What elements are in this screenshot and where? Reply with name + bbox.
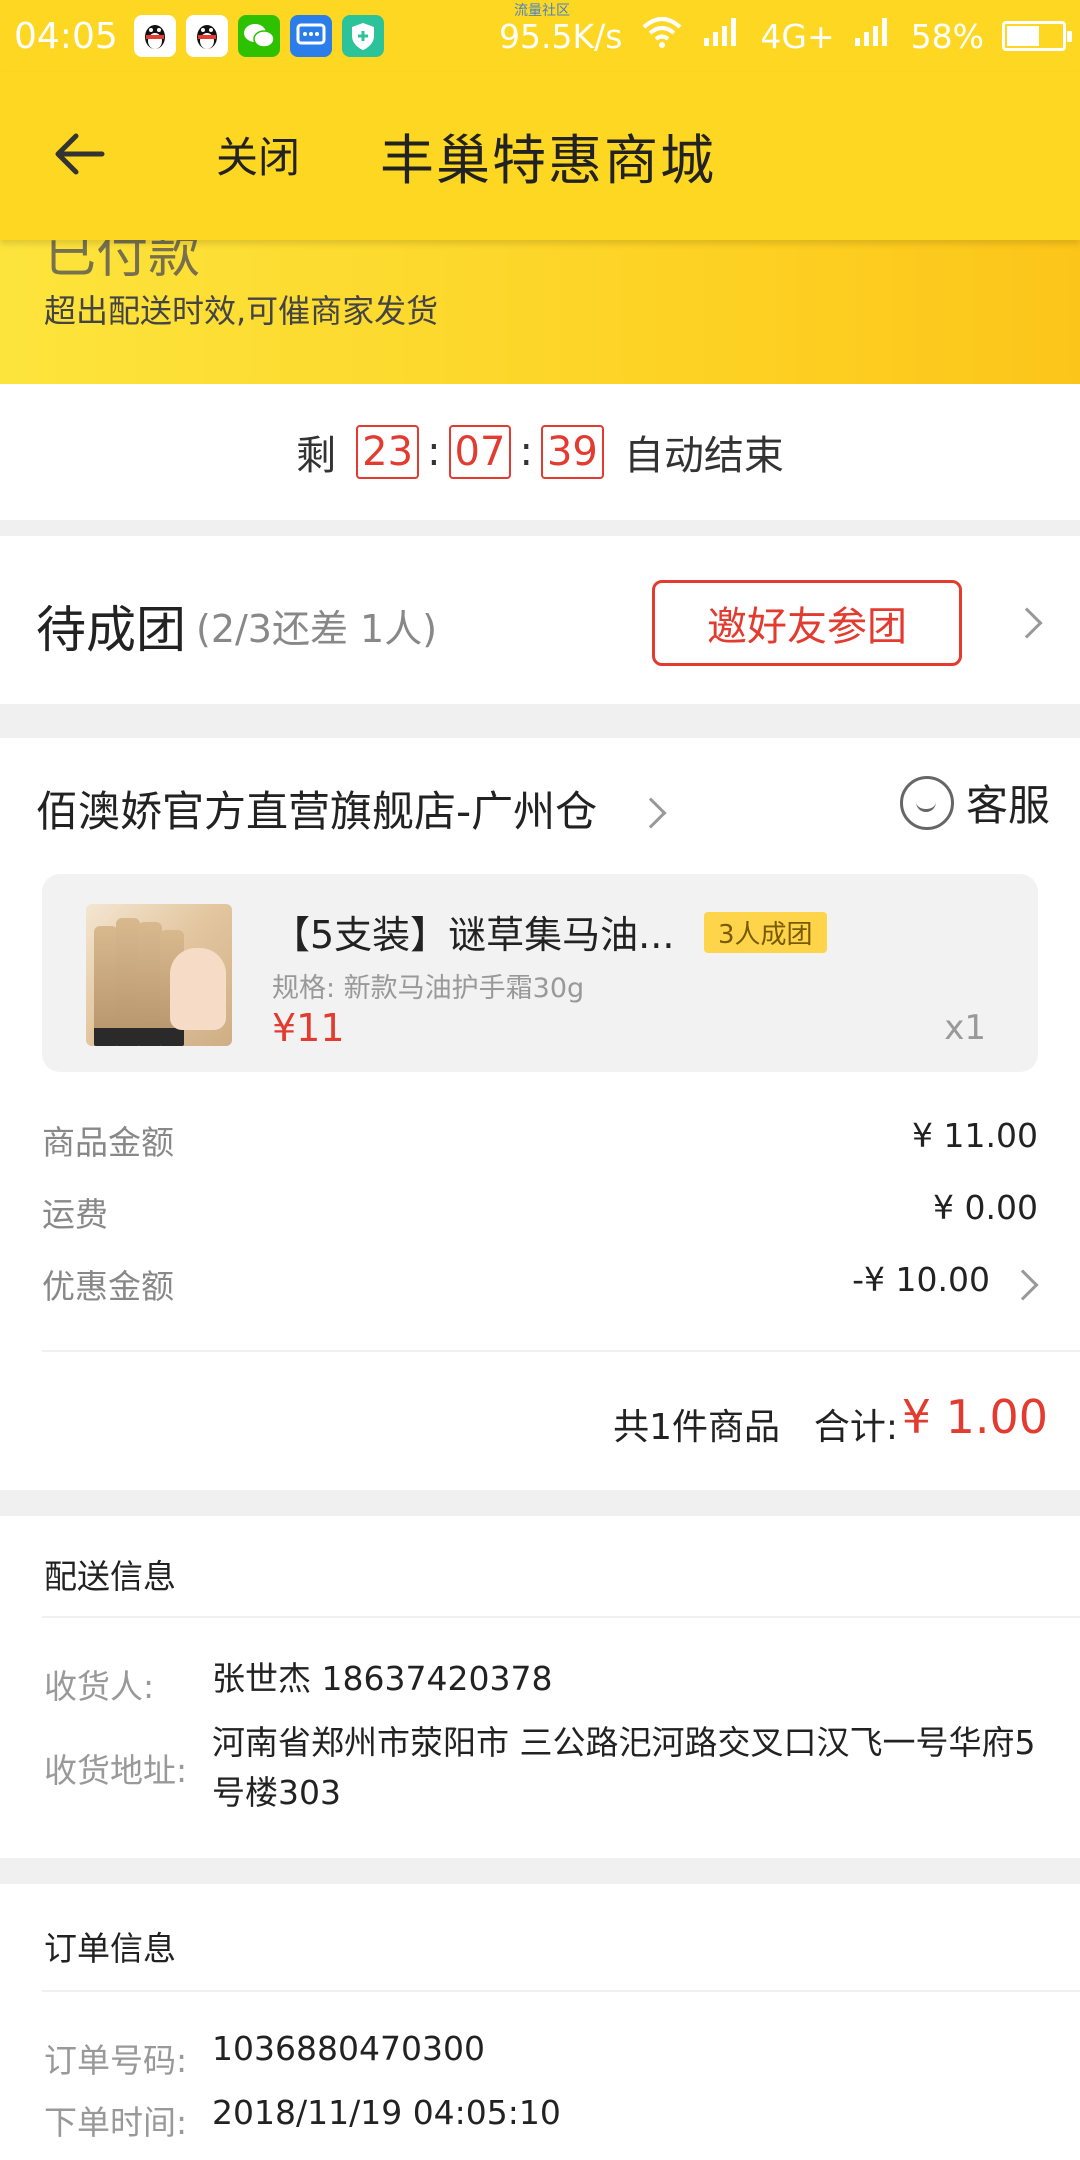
goods-amount-label: 商品金额 — [42, 1123, 174, 1162]
address-label: 收货地址: — [44, 1751, 188, 1790]
chevron-right-icon — [1007, 1269, 1039, 1301]
group-title: 待成团 — [36, 601, 186, 659]
order-status-tip: 超出配送时效,可催商家发货 — [44, 292, 439, 330]
signal-icon — [702, 16, 742, 56]
item-count: 共1件商品 — [613, 1407, 780, 1448]
discount-label: 优惠金额 — [42, 1267, 174, 1306]
discount-value: -¥ 10.00 — [852, 1260, 990, 1299]
address-value: 河南省郑州市荥阳市 三公路汜河路交叉口汉飞一号华府5号楼303 — [212, 1723, 1036, 1812]
countdown-separator: : — [427, 429, 441, 475]
product-quantity: x1 — [944, 1008, 986, 1048]
store-section: 佰澳娇官方直营旗舰店-广州仓 客服 【5支装】谜草集马油... 3人成团 规格:… — [0, 738, 1080, 1108]
total-label: 合计: — [813, 1407, 898, 1448]
shipping-value: ¥ 0.00 — [933, 1188, 1038, 1227]
status-tiny-label: 流量社区 — [514, 3, 570, 19]
order-time-label: 下单时间: — [44, 2103, 188, 2142]
battery-percent: 58% — [910, 16, 984, 56]
net-speed: 95.5K/s — [498, 16, 623, 56]
shield-icon — [341, 15, 384, 57]
order-time-value: 2018/11/19 04:05:10 — [212, 2093, 561, 2132]
shipping-label: 运费 — [42, 1195, 108, 1234]
group-status[interactable]: 待成团 (2/3还差 1人) 邀好友参团 — [0, 536, 1080, 704]
section-gap — [0, 520, 1080, 536]
page-title: 丰巢特惠商城 — [380, 129, 716, 192]
group-progress: (2/3还差 1人) — [196, 607, 438, 651]
wifi-icon — [640, 15, 684, 57]
receiver-value: 张世杰 18637420378 — [212, 1659, 553, 1698]
customer-service-button[interactable]: 客服 — [900, 772, 1050, 833]
network-type: 4G+ — [760, 16, 835, 56]
product-thumbnail — [86, 904, 232, 1046]
goods-amount-value: ¥ 11.00 — [912, 1116, 1038, 1155]
product-card[interactable]: 【5支装】谜草集马油... 3人成团 规格: 新款马油护手霜30g ¥11 x1 — [42, 874, 1038, 1072]
total-value: ¥ 1.00 — [901, 1390, 1048, 1444]
product-title: 【5支装】谜草集马油... — [272, 913, 675, 957]
signal-icon-2 — [853, 16, 893, 56]
product-price: ¥11 — [272, 1006, 345, 1050]
countdown-minutes: 07 — [448, 425, 512, 479]
invite-friends-button[interactable]: 邀好友参团 — [652, 580, 962, 666]
status-time: 04:05 — [14, 15, 118, 57]
order-section-title: 订单信息 — [44, 1929, 176, 1968]
order-number-label: 订单号码: — [44, 2041, 188, 2080]
divider — [42, 1616, 1080, 1618]
order-status-banner: 已付款 超出配送时效,可催商家发货 — [0, 240, 1080, 384]
chevron-right-icon — [1011, 607, 1043, 639]
arrow-left-icon — [55, 133, 105, 175]
message-icon — [289, 15, 332, 57]
app-header: 关闭 丰巢特惠商城 — [0, 72, 1080, 240]
chevron-right-icon — [635, 797, 667, 829]
wechat-icon — [237, 15, 280, 57]
chat-smile-icon — [900, 775, 954, 830]
store-name[interactable]: 佰澳娇官方直营旗舰店-广州仓 — [36, 778, 597, 839]
order-total: 共1件商品 合计: ¥ 1.00 — [0, 1350, 1080, 1490]
section-gap — [0, 1858, 1080, 1884]
notification-icons — [133, 15, 384, 57]
group-size-badge: 3人成团 — [704, 912, 827, 953]
group-countdown: 剩 23 : 07 : 39 自动结束 — [0, 384, 1080, 520]
status-bar: 04:05 流量社区 95.5K/s 4G+ 58% — [0, 0, 1080, 72]
countdown-suffix: 自动结束 — [623, 433, 784, 479]
countdown-prefix: 剩 — [296, 433, 337, 479]
receiver-label: 收货人: — [44, 1667, 155, 1706]
back-button[interactable] — [50, 124, 120, 184]
section-gap — [0, 704, 1080, 738]
customer-service-label: 客服 — [966, 781, 1051, 830]
countdown-seconds: 39 — [540, 425, 604, 479]
qq-icon-2 — [185, 15, 228, 57]
product-spec: 规格: 新款马油护手霜30g — [272, 973, 585, 1004]
section-gap — [0, 1490, 1080, 1516]
countdown-hours: 23 — [356, 425, 420, 479]
order-number-value: 1036880470300 — [212, 2029, 485, 2068]
close-button[interactable]: 关闭 — [216, 124, 300, 185]
qq-icon — [133, 15, 176, 57]
status-right: 95.5K/s 4G+ 58% — [498, 15, 1072, 57]
delivery-section-title: 配送信息 — [44, 1557, 176, 1596]
countdown-separator: : — [519, 429, 533, 475]
battery-icon — [1002, 21, 1072, 51]
order-status: 已付款 — [44, 240, 201, 285]
divider — [42, 1990, 1080, 1992]
